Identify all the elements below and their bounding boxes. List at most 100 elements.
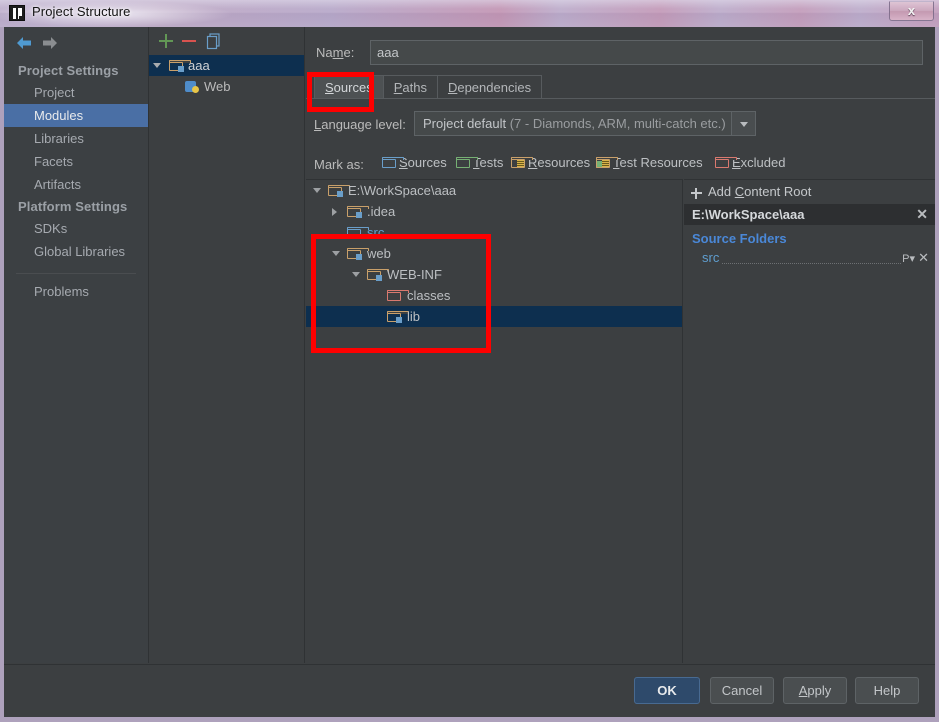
sidebar-item-global-libraries[interactable]: Global Libraries bbox=[4, 240, 148, 263]
folder-icon bbox=[387, 311, 409, 323]
web-facet-icon bbox=[185, 80, 199, 93]
arrow-right-icon[interactable] bbox=[40, 35, 60, 51]
name-input[interactable] bbox=[370, 40, 923, 65]
minus-icon[interactable] bbox=[180, 32, 198, 50]
folder-red-icon bbox=[387, 290, 409, 301]
mark-as-label: Mark as: bbox=[314, 157, 364, 172]
module-editor-panel: Name: Sources Paths Dependencies Languag… bbox=[306, 27, 935, 663]
title-bar: Project Structure x bbox=[0, 0, 939, 27]
content-root-path: E:\WorkSpace\aaa bbox=[692, 207, 805, 222]
tree-label: classes bbox=[407, 288, 451, 303]
source-folder-row[interactable]: src P▾ ✕ bbox=[684, 248, 935, 268]
tree-row[interactable]: E:\WorkSpace\aaa bbox=[306, 180, 682, 201]
sidebar-item-project[interactable]: Project bbox=[4, 81, 148, 104]
dotted-leader bbox=[722, 263, 901, 264]
module-folder-icon bbox=[169, 60, 191, 72]
package-prefix-icon[interactable]: P▾ bbox=[902, 249, 915, 269]
mark-as-toolbar: Mark as: Sources Tests Resources Test Re… bbox=[306, 153, 935, 177]
twisty-open-icon[interactable] bbox=[352, 272, 360, 277]
folder-icon bbox=[347, 206, 369, 218]
apply-button[interactable]: Apply bbox=[783, 677, 847, 704]
modules-tree: aaa Web bbox=[149, 55, 304, 97]
folder-test-resources-icon bbox=[596, 157, 618, 168]
tree-label: lib bbox=[407, 309, 421, 324]
dialog-button-bar: OK Cancel Apply Help bbox=[4, 664, 935, 717]
dialog-content: Project Settings Project Modules Librari… bbox=[4, 27, 935, 717]
sidebar-divider bbox=[16, 273, 136, 274]
close-button[interactable]: x bbox=[889, 1, 934, 21]
sidebar-item-problems[interactable]: Problems bbox=[4, 280, 148, 303]
folder-icon bbox=[328, 185, 350, 197]
tree-row[interactable]: WEB-INF bbox=[306, 264, 682, 285]
tree-row[interactable]: web bbox=[306, 243, 682, 264]
tree-label: src bbox=[367, 225, 385, 240]
folder-icon bbox=[347, 248, 369, 260]
settings-nav-list: Project Settings Project Modules Librari… bbox=[4, 60, 148, 303]
copy-icon[interactable] bbox=[205, 32, 223, 50]
twisty-open-icon[interactable] bbox=[313, 188, 321, 193]
name-label: Name: bbox=[316, 45, 355, 60]
mark-as-sources-button[interactable]: Sources bbox=[382, 155, 447, 175]
sidebar-item-sdks[interactable]: SDKs bbox=[4, 217, 148, 240]
add-content-root-label: Add Content Root bbox=[708, 184, 812, 199]
language-level-value: Project default (7 - Diamonds, ARM, mult… bbox=[423, 116, 726, 131]
folder-resources-icon bbox=[511, 157, 533, 168]
sidebar-item-libraries[interactable]: Libraries bbox=[4, 127, 148, 150]
mark-as-resources-button[interactable]: Resources bbox=[511, 155, 590, 175]
settings-sidebar: Project Settings Project Modules Librari… bbox=[4, 27, 148, 663]
facet-label: Web bbox=[204, 79, 231, 94]
twisty-closed-icon[interactable] bbox=[332, 208, 337, 216]
tree-label: WEB-INF bbox=[387, 267, 442, 282]
sidebar-item-modules[interactable]: Modules bbox=[4, 104, 148, 127]
source-folders-header: Source Folders bbox=[692, 231, 787, 246]
content-root-header: E:\WorkSpace\aaa ✕ bbox=[684, 204, 935, 225]
plus-icon bbox=[691, 188, 702, 199]
close-x-icon[interactable]: ✕ bbox=[916, 204, 928, 225]
add-content-root-button[interactable]: Add Content Root bbox=[684, 180, 935, 204]
mark-as-test-resources-button[interactable]: Test Resources bbox=[596, 155, 703, 175]
tab-paths[interactable]: Paths bbox=[382, 75, 438, 98]
intellij-idea-icon bbox=[9, 5, 25, 21]
mark-as-tests-button[interactable]: Tests bbox=[456, 155, 503, 175]
twisty-open-icon[interactable] bbox=[153, 63, 161, 72]
help-button[interactable]: Help bbox=[855, 677, 919, 704]
tab-dependencies[interactable]: Dependencies bbox=[436, 75, 543, 98]
folder-green-icon bbox=[456, 157, 478, 168]
tabs-underline bbox=[306, 98, 935, 99]
project-structure-dialog: Project Structure x Project Settings Pro… bbox=[0, 0, 939, 722]
content-entry-panel: Add Content Root E:\WorkSpace\aaa ✕ Sour… bbox=[684, 179, 935, 663]
window-title: Project Structure bbox=[32, 4, 131, 19]
plus-icon[interactable] bbox=[157, 32, 175, 50]
folder-blue-icon bbox=[347, 227, 369, 238]
sidebar-item-artifacts[interactable]: Artifacts bbox=[4, 173, 148, 196]
close-icon: x bbox=[907, 3, 916, 18]
arrow-left-icon[interactable] bbox=[14, 35, 34, 51]
tree-label: web bbox=[367, 246, 391, 261]
source-folder-name: src bbox=[702, 250, 720, 265]
content-root-tree: E:\WorkSpace\aaa .idea src web WEB-INF c… bbox=[306, 179, 683, 663]
tree-row[interactable]: .idea bbox=[306, 201, 682, 222]
tree-label: .idea bbox=[367, 204, 396, 219]
cancel-button[interactable]: Cancel bbox=[710, 677, 774, 704]
language-level-label: Language level: bbox=[314, 117, 406, 132]
nav-group-platform-settings: Platform Settings bbox=[18, 199, 128, 214]
module-label: aaa bbox=[188, 58, 210, 73]
mark-as-excluded-button[interactable]: Excluded bbox=[715, 155, 785, 175]
modules-toolbar bbox=[149, 27, 304, 54]
modules-list-panel: aaa Web bbox=[148, 27, 305, 663]
tree-row[interactable]: src bbox=[306, 222, 682, 243]
tree-row[interactable]: lib bbox=[306, 306, 682, 327]
module-row[interactable]: aaa bbox=[149, 55, 304, 76]
language-level-select[interactable]: Project default (7 - Diamonds, ARM, mult… bbox=[414, 111, 756, 136]
nav-group-project-settings: Project Settings bbox=[18, 63, 119, 78]
twisty-open-icon[interactable] bbox=[332, 251, 340, 256]
module-row[interactable]: Web bbox=[149, 76, 304, 97]
tree-row[interactable]: classes bbox=[306, 285, 682, 306]
chevron-down-icon[interactable] bbox=[731, 112, 755, 135]
module-tabs: Sources Paths Dependencies bbox=[314, 75, 543, 99]
ok-button[interactable]: OK bbox=[634, 677, 700, 704]
sidebar-item-facets[interactable]: Facets bbox=[4, 150, 148, 173]
close-x-icon[interactable]: ✕ bbox=[918, 248, 929, 268]
tab-sources[interactable]: Sources bbox=[314, 75, 384, 98]
folder-blue-icon bbox=[382, 157, 404, 168]
